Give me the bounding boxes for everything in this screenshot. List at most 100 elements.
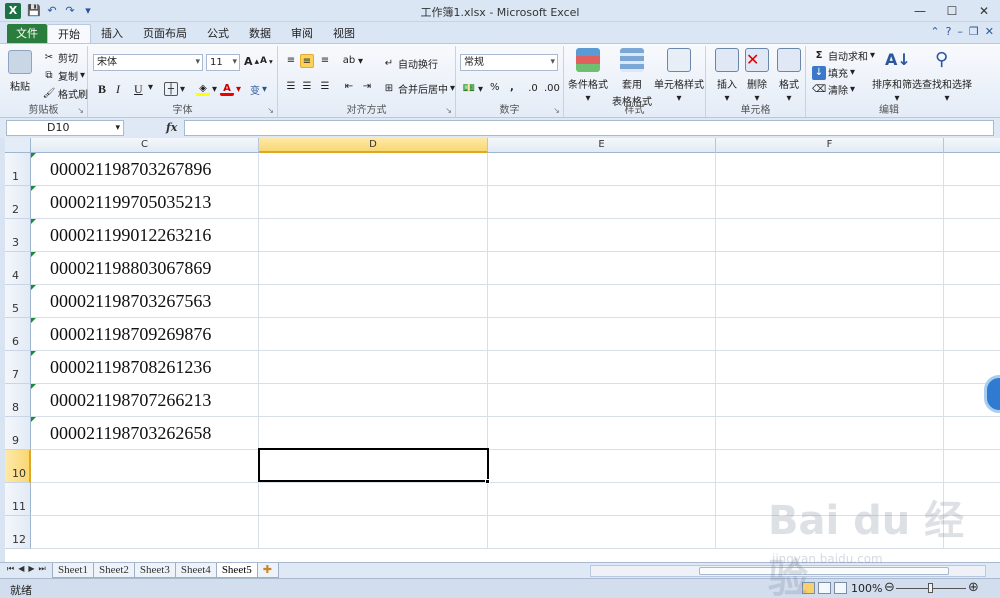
percent-button[interactable]: % <box>490 82 500 93</box>
paste-button[interactable]: 粘贴 <box>8 50 32 93</box>
formula-input[interactable] <box>184 120 994 136</box>
fill-handle[interactable] <box>485 479 490 484</box>
sort-filter-button[interactable]: A↓ 排序和筛选 ▾ <box>872 48 922 104</box>
row-header-7[interactable]: 7 <box>5 351 31 384</box>
cell-d3[interactable] <box>259 219 488 252</box>
cell-c7[interactable]: 000021198708261236 <box>31 351 259 384</box>
row-header-8[interactable]: 8 <box>5 384 31 417</box>
row-header-1[interactable]: 1 <box>5 153 31 186</box>
side-assistant-icon[interactable] <box>984 375 1000 413</box>
italic-button[interactable]: I <box>116 82 120 97</box>
cell-e12[interactable] <box>488 516 716 549</box>
cell-f7[interactable] <box>716 351 944 384</box>
cell-g4[interactable] <box>944 252 1000 285</box>
cell-d4[interactable] <box>259 252 488 285</box>
clipboard-launcher-icon[interactable]: ↘ <box>77 106 84 115</box>
format-painter-button[interactable]: 🖌 格式刷 <box>42 86 88 102</box>
undo-icon[interactable]: ↶ <box>45 4 59 18</box>
cell-d2[interactable] <box>259 186 488 219</box>
tab-data[interactable]: 数据 <box>239 24 281 43</box>
row-header-4[interactable]: 4 <box>5 252 31 285</box>
select-all-corner[interactable] <box>5 138 31 153</box>
tab-formulas[interactable]: 公式 <box>197 24 239 43</box>
align-bottom-button[interactable]: ≡ <box>318 54 332 68</box>
cell-f4[interactable] <box>716 252 944 285</box>
doc-close-icon[interactable]: ✕ <box>985 25 994 38</box>
cell-g9[interactable] <box>944 417 1000 450</box>
sheet-tab-2[interactable]: Sheet2 <box>92 563 135 578</box>
fill-color-button[interactable]: ◈ ▾ <box>196 82 217 96</box>
grow-font-button[interactable]: A ▴ <box>244 55 259 68</box>
cell-e8[interactable] <box>488 384 716 417</box>
prev-sheet-icon[interactable]: ◀ <box>18 564 24 574</box>
font-color-button[interactable]: A ▾ <box>220 82 241 96</box>
increase-decimal-button[interactable]: .0 <box>526 82 540 96</box>
redo-icon[interactable]: ↷ <box>63 4 77 18</box>
comma-button[interactable]: , <box>510 82 514 93</box>
cell-d9[interactable] <box>259 417 488 450</box>
align-middle-button[interactable]: ≡ <box>300 54 314 68</box>
cell-f8[interactable] <box>716 384 944 417</box>
row-header-2[interactable]: 2 <box>5 186 31 219</box>
doc-restore-icon[interactable]: ❐ <box>969 25 979 38</box>
number-format-combo[interactable]: 常规 <box>460 54 558 71</box>
column-header-d[interactable]: D <box>259 138 488 153</box>
cell-f10[interactable] <box>716 450 944 483</box>
cell-g5[interactable] <box>944 285 1000 318</box>
close-button[interactable]: ✕ <box>968 0 1000 22</box>
accounting-format-button[interactable]: 💵 ▾ <box>462 82 483 96</box>
copy-button[interactable]: ⧉ 复制 ▾ <box>42 68 85 84</box>
sheet-tab-3[interactable]: Sheet3 <box>133 563 176 578</box>
sheet-tab-4[interactable]: Sheet4 <box>174 563 217 578</box>
cell-c4[interactable]: 000021198803067869 <box>31 252 259 285</box>
help-icon[interactable]: ? <box>946 25 952 38</box>
cell-g10[interactable] <box>944 450 1000 483</box>
cell-c1[interactable]: 000021198703267896 <box>31 153 259 186</box>
minimize-ribbon-icon[interactable]: ⌃ <box>930 25 939 38</box>
cell-f2[interactable] <box>716 186 944 219</box>
cell-f3[interactable] <box>716 219 944 252</box>
align-center-button[interactable]: ☰ <box>300 80 314 94</box>
alignment-launcher-icon[interactable]: ↘ <box>445 106 452 115</box>
find-select-button[interactable]: ⚲ 查找和选择 ▾ <box>922 48 972 104</box>
cell-e4[interactable] <box>488 252 716 285</box>
cell-d8[interactable] <box>259 384 488 417</box>
cut-button[interactable]: ✂ 剪切 <box>42 50 78 66</box>
column-header-f[interactable]: F <box>716 138 944 153</box>
row-header-5[interactable]: 5 <box>5 285 31 318</box>
phonetic-button[interactable]: 变 ▾ <box>250 82 267 97</box>
cell-e2[interactable] <box>488 186 716 219</box>
insert-cells-button[interactable]: 插入 ▾ <box>712 48 742 104</box>
row-header-3[interactable]: 3 <box>5 219 31 252</box>
cell-f6[interactable] <box>716 318 944 351</box>
row-header-10[interactable]: 10 <box>5 450 31 483</box>
conditional-formatting-button[interactable]: 条件格式 ▾ <box>566 48 610 104</box>
tab-page-layout[interactable]: 页面布局 <box>133 24 197 43</box>
delete-cells-button[interactable]: ✕ 删除 ▾ <box>742 48 772 104</box>
wrap-text-button[interactable]: ↵ 自动换行 <box>382 56 438 72</box>
autosum-button[interactable]: Σ 自动求和 ▾ <box>812 48 875 64</box>
cell-d5[interactable] <box>259 285 488 318</box>
cell-g6[interactable] <box>944 318 1000 351</box>
cell-e7[interactable] <box>488 351 716 384</box>
orientation-button[interactable]: ab ▾ <box>342 54 363 68</box>
cell-f5[interactable] <box>716 285 944 318</box>
cell-d7[interactable] <box>259 351 488 384</box>
column-header-c[interactable]: C <box>31 138 259 153</box>
cell-e9[interactable] <box>488 417 716 450</box>
decrease-decimal-button[interactable]: .00 <box>544 82 560 96</box>
cell-d6[interactable] <box>259 318 488 351</box>
fill-button[interactable]: ↓ 填充 ▾ <box>812 65 855 80</box>
increase-indent-button[interactable]: ⇥ <box>360 80 374 94</box>
cell-e5[interactable] <box>488 285 716 318</box>
shrink-font-button[interactable]: A ▾ <box>260 56 273 66</box>
tab-view[interactable]: 视图 <box>323 24 365 43</box>
underline-button[interactable]: U <box>134 82 143 97</box>
tab-file[interactable]: 文件 <box>7 24 47 43</box>
row-header-6[interactable]: 6 <box>5 318 31 351</box>
active-cell-d10[interactable] <box>258 448 489 482</box>
cell-styles-button[interactable]: 单元格样式 ▾ <box>654 48 704 104</box>
excel-logo-icon[interactable]: X <box>5 2 21 19</box>
underline-dropdown-icon[interactable]: ▾ <box>148 82 153 93</box>
cell-d1[interactable] <box>259 153 488 186</box>
